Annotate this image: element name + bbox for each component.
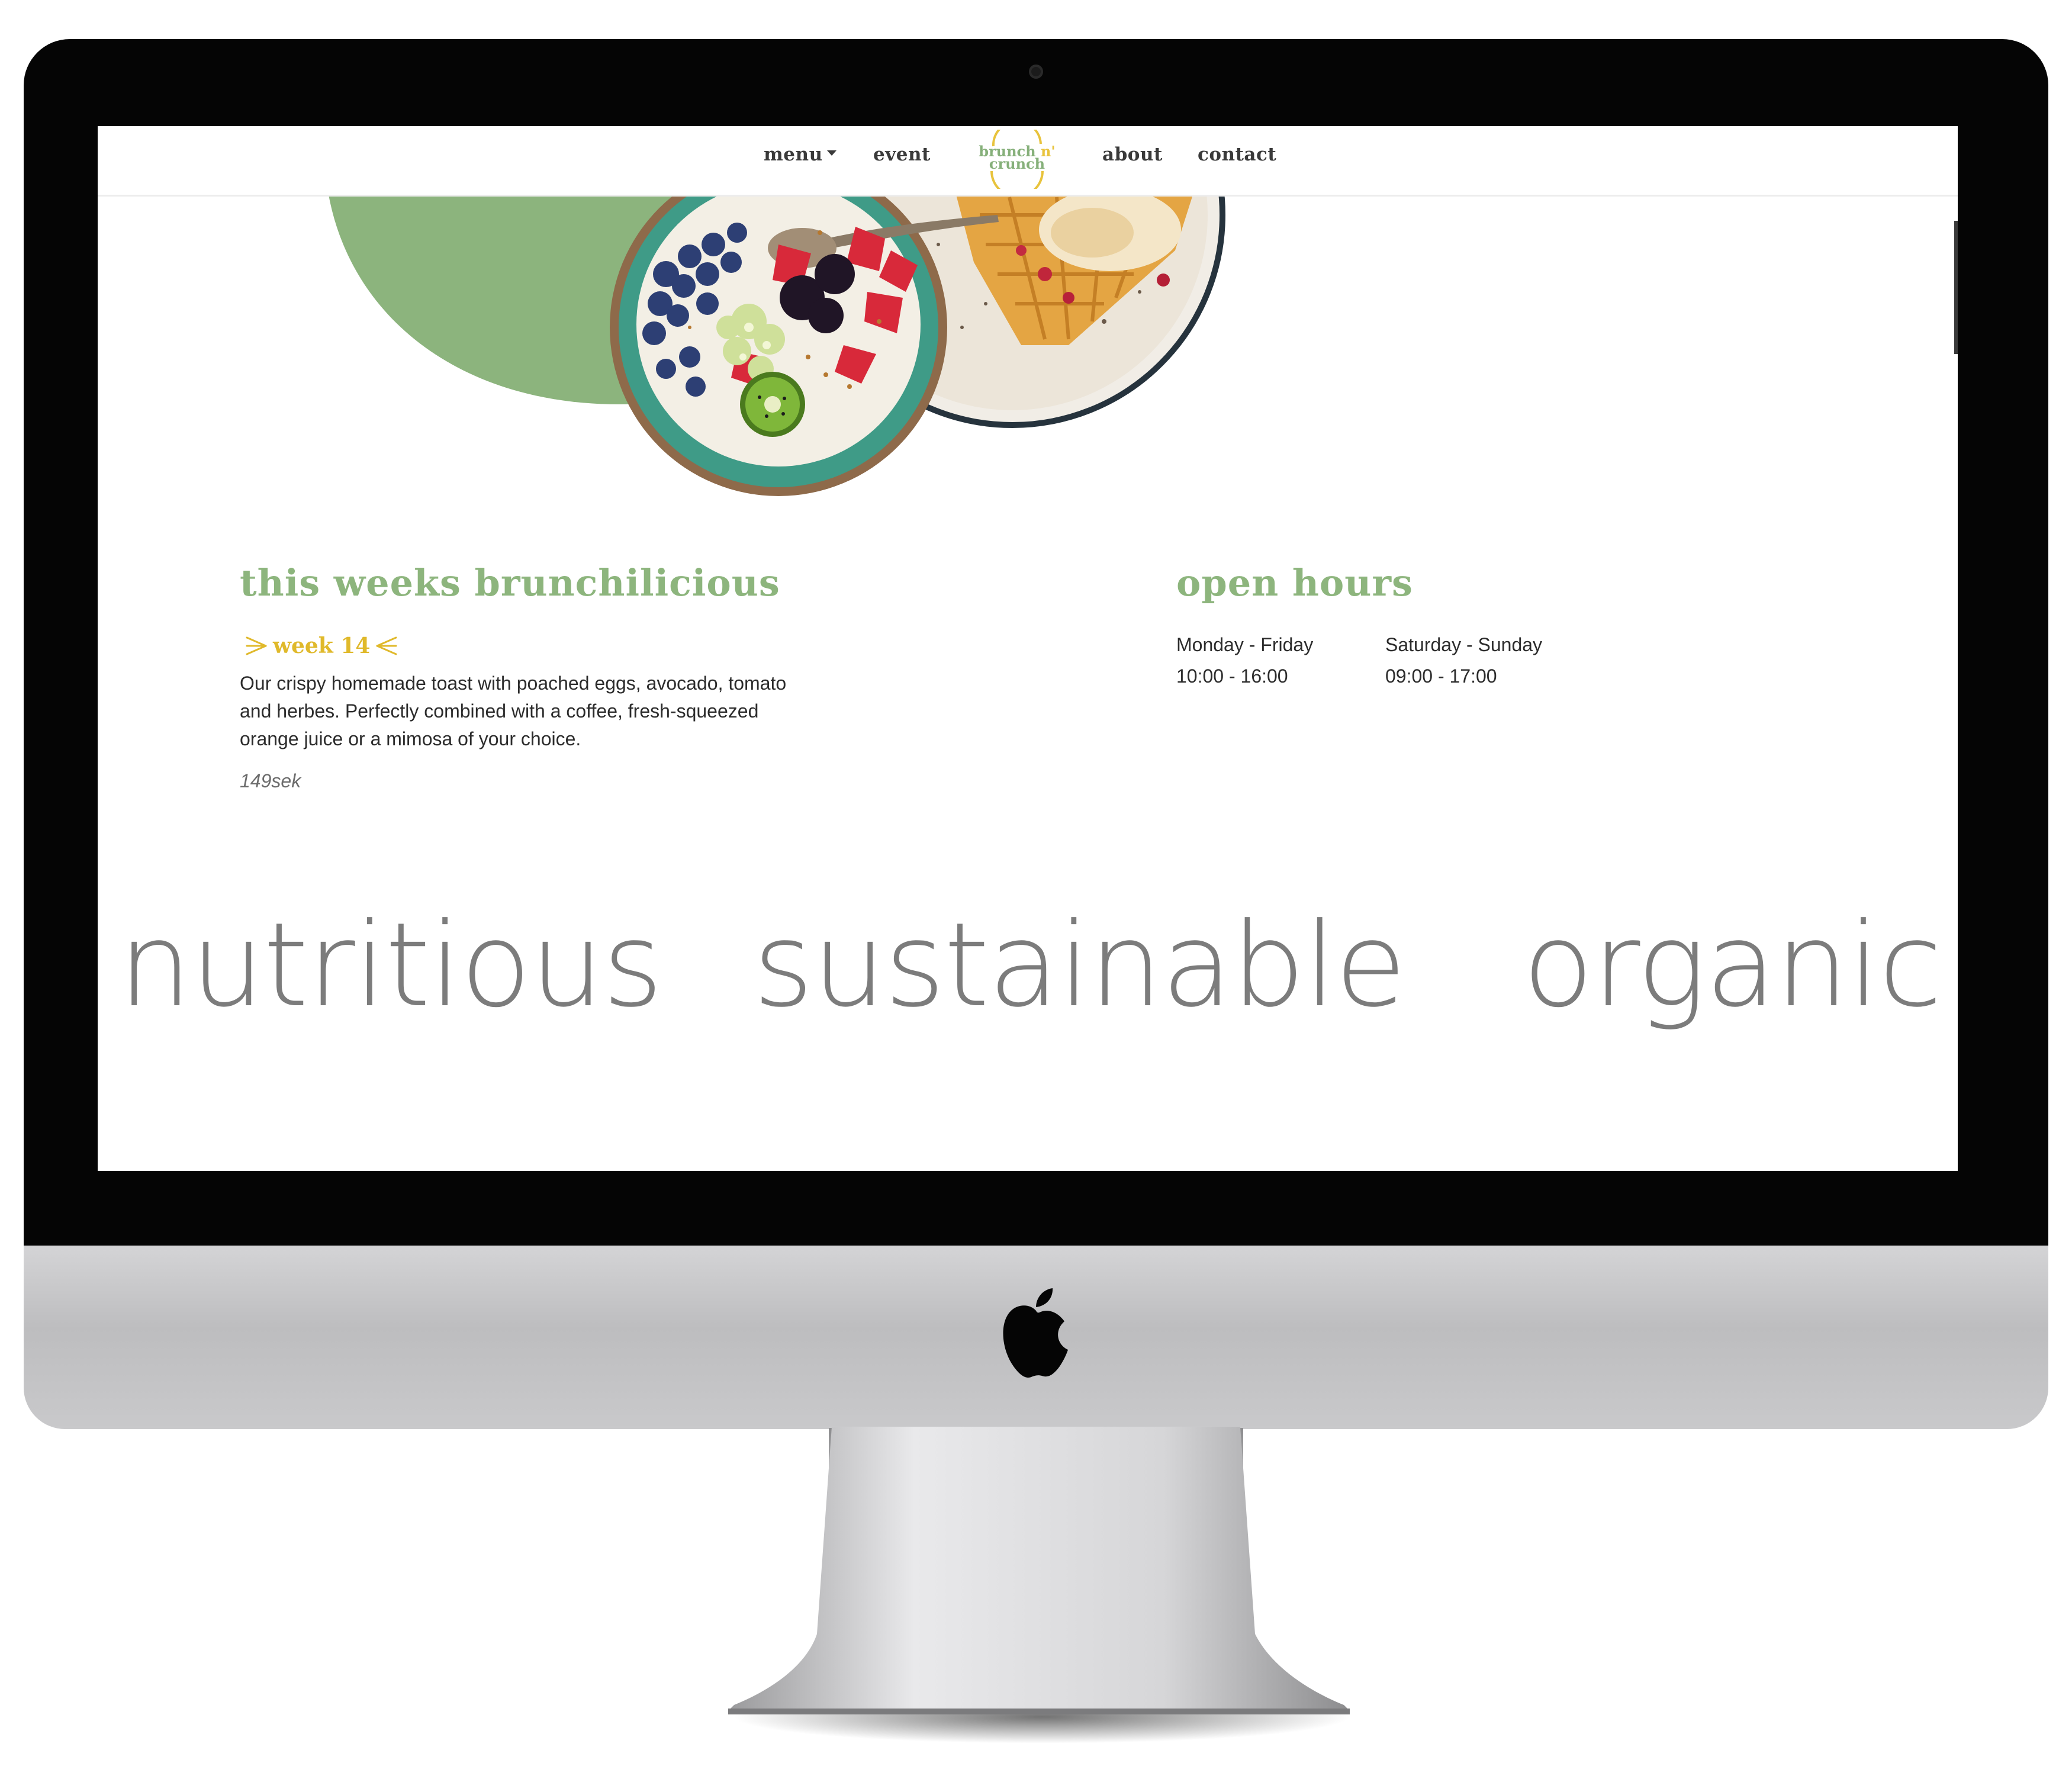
top-navbar: menu event brunch n' crunch about contac…	[98, 126, 1958, 197]
week-label: week 14	[273, 633, 371, 658]
value-word-sustainable: sustainable	[753, 898, 1407, 1033]
left-sparkle-icon	[246, 636, 267, 655]
page-scrollbar-thumb[interactable]	[1954, 221, 1958, 354]
brand-logo[interactable]: brunch n' crunch	[973, 130, 1061, 189]
caret-down-icon	[826, 150, 836, 156]
weekdays-label: Monday - Friday	[1176, 634, 1314, 655]
nav-contact-link[interactable]: contact	[1198, 144, 1276, 165]
nav-menu-dropdown[interactable]: menu	[764, 144, 836, 165]
open-hours-heading: open hours	[1176, 561, 1413, 604]
value-word-nutritious: nutritious	[118, 898, 663, 1033]
right-sparkle-icon	[376, 636, 397, 655]
hours-weekdays: Monday - Friday 10:00 - 16:00	[1176, 629, 1313, 692]
weekly-special-price: 149sek	[240, 770, 301, 792]
monitor-stand	[728, 1427, 1350, 1743]
nav-event-link[interactable]: event	[873, 144, 931, 165]
nav-about-link[interactable]: about	[1102, 144, 1163, 165]
value-word-organic: organic	[1523, 898, 1942, 1033]
nav-menu-label: menu	[764, 144, 823, 165]
hours-weekend: Saturday - Sunday 09:00 - 17:00	[1385, 629, 1542, 692]
weekend-label: Saturday - Sunday	[1385, 634, 1543, 655]
browser-viewport: menu event brunch n' crunch about contac…	[98, 126, 1958, 1171]
apple-logo-icon	[1003, 1288, 1068, 1378]
weekdays-time: 10:00 - 16:00	[1176, 665, 1288, 687]
week-badge: week 14	[240, 631, 403, 661]
weekend-time: 09:00 - 17:00	[1385, 665, 1497, 687]
weekly-special-heading: this weeks brunchilicious	[240, 561, 780, 604]
logo-word-crunch: crunch	[989, 155, 1045, 172]
webcam-icon	[1029, 65, 1043, 79]
weekly-special-description: Our crispy homemade toast with poached e…	[240, 673, 787, 749]
